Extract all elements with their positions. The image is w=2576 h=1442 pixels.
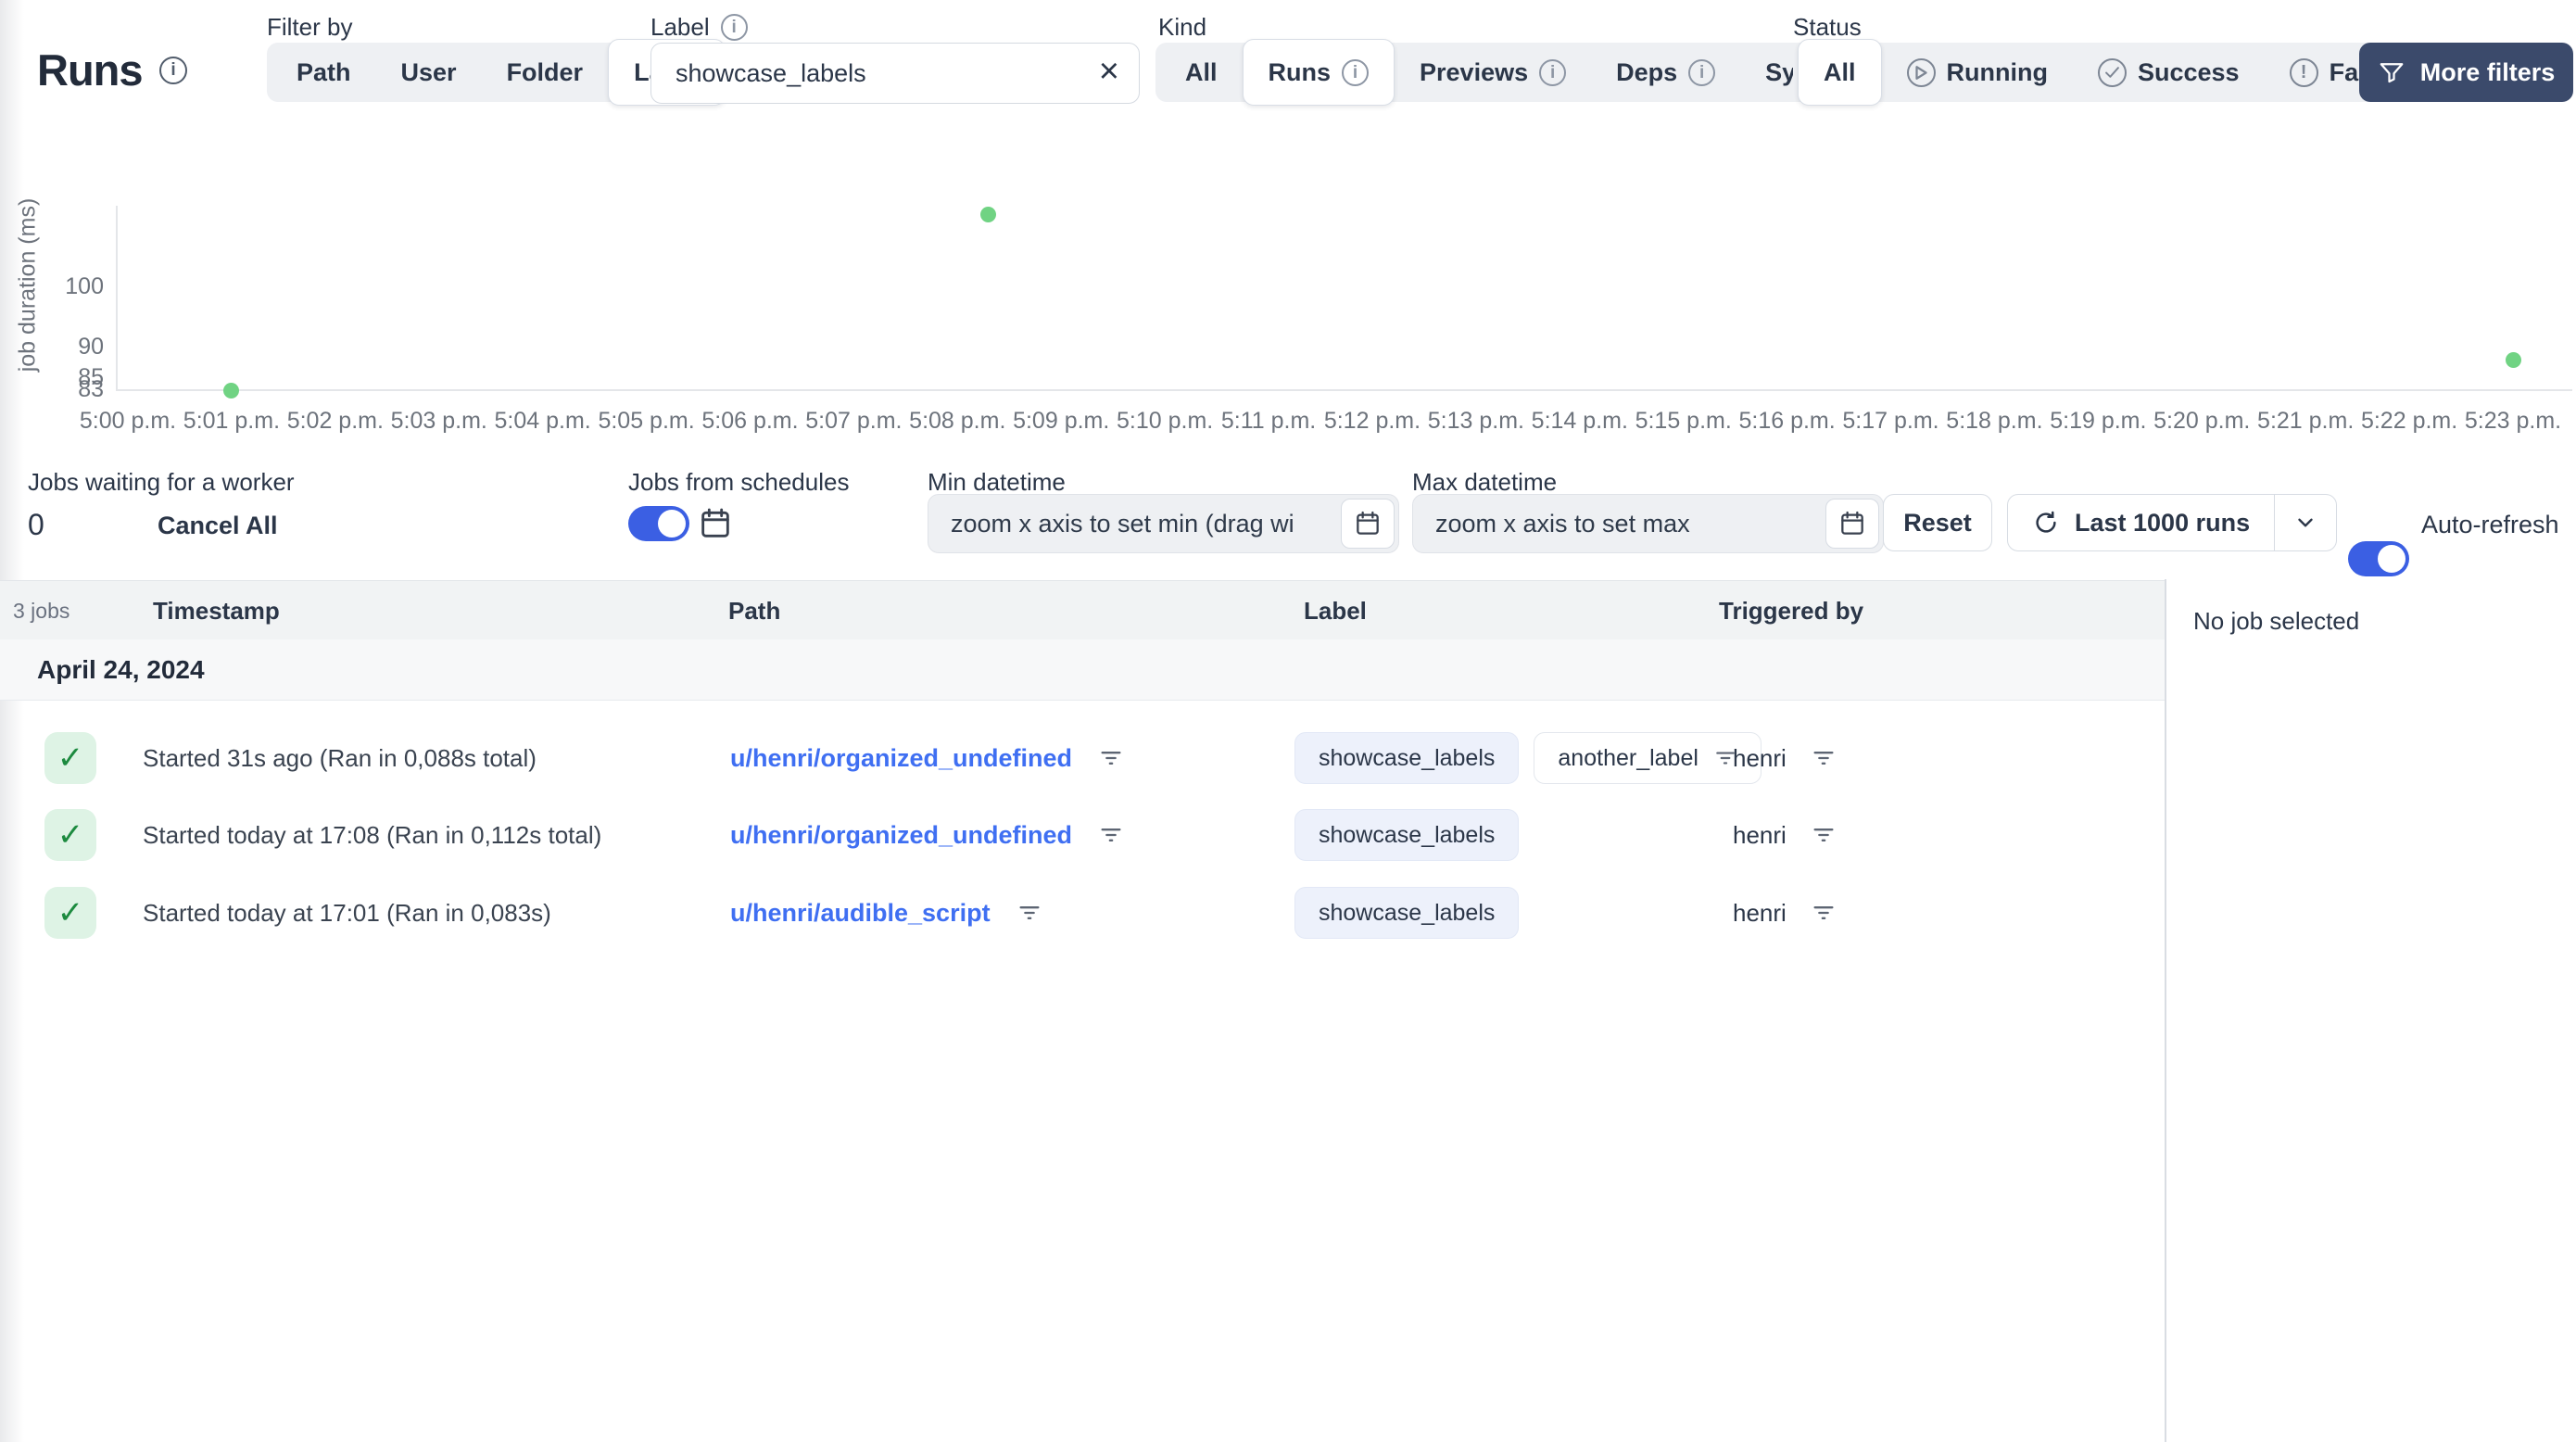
run-timestamp: Started 31s ago (Ran in 0,088s total): [143, 744, 537, 772]
filter-by-user-icon[interactable]: [1811, 745, 1837, 771]
jobs-waiting-label: Jobs waiting for a worker: [28, 468, 295, 496]
table-row[interactable]: ✓ Started 31s ago (Ran in 0,088s total) …: [0, 719, 2165, 797]
run-scatter-point[interactable]: [980, 207, 997, 223]
filter-by-user-icon[interactable]: [1811, 900, 1837, 926]
column-timestamp: Timestamp: [153, 597, 280, 625]
filter-by-path-icon[interactable]: [1098, 822, 1124, 848]
run-path-link[interactable]: u/henri/organized_undefined: [730, 744, 1072, 773]
label-chip[interactable]: showcase_labels: [1294, 732, 1520, 784]
run-timestamp: Started today at 17:08 (Ran in 0,112s to…: [143, 821, 602, 849]
x-axis-tick: 5:14 p.m.: [1531, 408, 1628, 434]
x-axis-tick: 5:13 p.m.: [1427, 408, 1524, 434]
filter-by-path-icon[interactable]: [1098, 745, 1124, 771]
triggered-by-user: henri: [1733, 820, 1787, 849]
max-datetime-field: [1412, 494, 1884, 553]
max-datetime-input[interactable]: [1412, 494, 1884, 553]
filter-by-user-icon[interactable]: [1811, 822, 1837, 848]
triggered-by-user: henri: [1733, 743, 1787, 772]
column-path: Path: [728, 597, 781, 625]
runs-count-split-button: Last 1000 runs: [2007, 494, 2338, 551]
x-axis-tick: 5:05 p.m.: [598, 408, 695, 434]
table-header: 3 jobs Timestamp Path Label Triggered by: [0, 580, 2165, 639]
jobs-from-schedules-toggle[interactable]: [628, 506, 689, 541]
x-axis-tick: 5:04 p.m.: [494, 408, 591, 434]
auto-refresh-toggle[interactable]: [2348, 541, 2409, 576]
column-label: Label: [1304, 597, 1367, 625]
x-axis-tick: 5:07 p.m.: [805, 408, 903, 434]
min-datetime-field: [928, 494, 1399, 553]
chart-x-ticks: 5:00 p.m. 5:01 p.m. 5:02 p.m. 5:03 p.m. 5:04…: [0, 408, 2576, 439]
x-axis-tick: 5:22 p.m.: [2360, 408, 2458, 434]
run-timestamp: Started today at 17:01 (Ran in 0,083s): [143, 899, 551, 927]
run-path-link[interactable]: u/henri/organized_undefined: [730, 821, 1072, 850]
jobs-count: 3 jobs: [13, 599, 70, 623]
date-group-header: April 24, 2024: [0, 639, 2165, 701]
chevron-down-icon: [2298, 518, 2313, 527]
x-axis-tick: 5:09 p.m.: [1013, 408, 1110, 434]
x-axis-tick: 5:12 p.m.: [1323, 408, 1421, 434]
x-axis-tick: 5:16 p.m.: [1738, 408, 1836, 434]
x-axis-tick: 5:00 p.m.: [79, 408, 177, 434]
triggered-by-user: henri: [1733, 898, 1787, 927]
auto-refresh-label: Auto-refresh: [2421, 511, 2559, 538]
x-axis-tick: 5:18 p.m.: [1946, 408, 2043, 434]
x-axis-tick: 5:01 p.m.: [183, 408, 281, 434]
min-datetime-calendar-button[interactable]: [1341, 499, 1395, 549]
runs-duration-chart[interactable]: job duration (ms) 100 90 85 83 5:00 p.m. 5:0…: [0, 0, 2576, 463]
cancel-all-button[interactable]: Cancel All: [158, 512, 278, 540]
no-job-selected-message: No job selected: [2193, 607, 2360, 635]
table-row[interactable]: ✓ Started today at 17:01 (Ran in 0,083s)…: [0, 874, 2165, 952]
last-1000-runs-button[interactable]: Last 1000 runs: [2008, 495, 2274, 550]
min-datetime-label: Min datetime: [928, 468, 1066, 496]
panel-divider: [2165, 579, 2166, 1442]
label-chip[interactable]: showcase_labels: [1294, 809, 1520, 861]
schedules-calendar-icon: [697, 505, 734, 542]
reset-button[interactable]: Reset: [1883, 494, 1992, 551]
run-scatter-point[interactable]: [223, 382, 240, 398]
max-datetime-calendar-button[interactable]: [1825, 499, 1879, 549]
x-axis-tick: 5:10 p.m.: [1117, 408, 1214, 434]
success-status-icon: ✓: [44, 887, 96, 939]
label-chip[interactable]: showcase_labels: [1294, 887, 1520, 939]
jobs-waiting-count: 0: [28, 508, 44, 541]
chart-plot-area[interactable]: [0, 0, 2576, 408]
x-axis-tick: 5:20 p.m.: [2153, 408, 2251, 434]
success-status-icon: ✓: [44, 809, 96, 861]
max-datetime-label: Max datetime: [1412, 468, 1558, 496]
run-path-link[interactable]: u/henri/audible_script: [730, 899, 991, 928]
x-axis-tick: 5:11 p.m.: [1220, 408, 1317, 434]
x-axis-tick: 5:03 p.m.: [390, 408, 487, 434]
x-axis-tick: 5:06 p.m.: [701, 408, 799, 434]
x-axis-tick: 5:21 p.m.: [2257, 408, 2355, 434]
success-status-icon: ✓: [44, 732, 96, 784]
x-axis-tick: 5:15 p.m.: [1635, 408, 1732, 434]
x-axis-tick: 5:08 p.m.: [909, 408, 1006, 434]
x-axis-tick: 5:23 p.m.: [2464, 408, 2562, 434]
column-triggered-by: Triggered by: [1719, 597, 1864, 625]
x-axis-tick: 5:17 p.m.: [1842, 408, 1939, 434]
jobs-from-schedules-label: Jobs from schedules: [628, 468, 850, 496]
min-datetime-input[interactable]: [928, 494, 1399, 553]
x-axis-tick: 5:02 p.m.: [286, 408, 384, 434]
run-scatter-point[interactable]: [2505, 351, 2521, 368]
filter-by-path-icon[interactable]: [1017, 900, 1042, 926]
table-row[interactable]: ✓ Started today at 17:08 (Ran in 0,112s …: [0, 796, 2165, 874]
x-axis-tick: 5:19 p.m.: [2050, 408, 2147, 434]
runs-count-dropdown-button[interactable]: [2275, 495, 2336, 550]
refresh-icon: [2036, 511, 2056, 533]
label-chip[interactable]: another_label: [1534, 732, 1762, 784]
